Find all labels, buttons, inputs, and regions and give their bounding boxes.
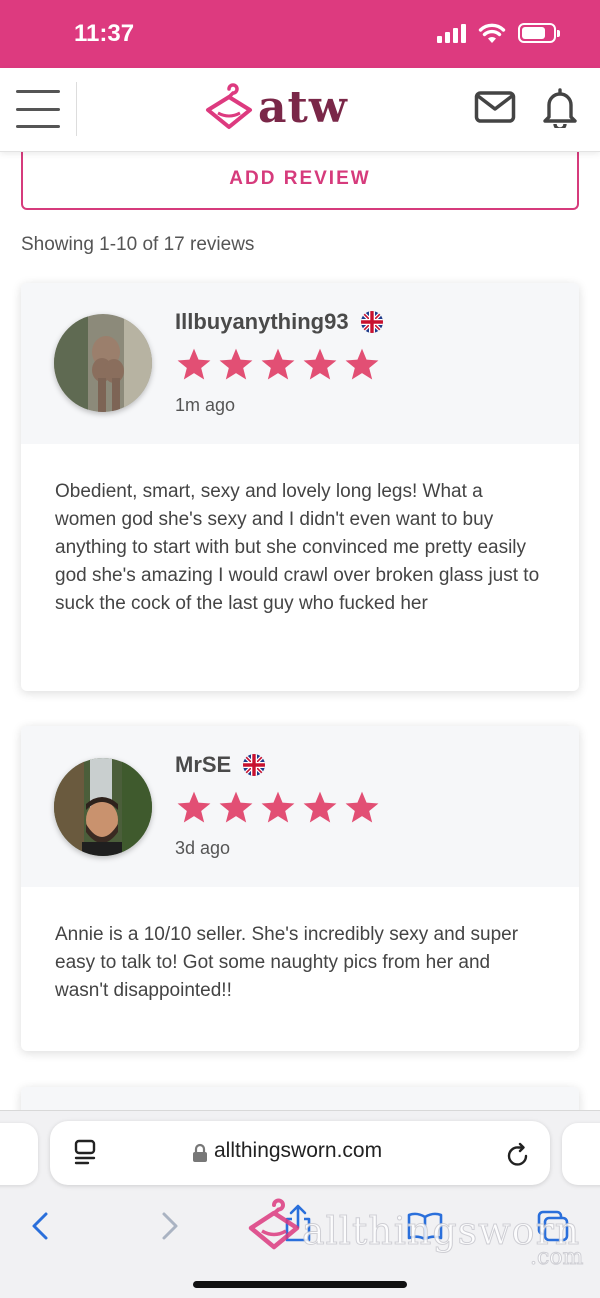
reviewer-avatar[interactable]: [54, 314, 152, 412]
back-icon[interactable]: [30, 1211, 50, 1241]
status-time: 11:37: [74, 20, 135, 47]
status-bar: 11:37: [0, 0, 600, 68]
review-card: Illbuyanything93 1m ago Obedient, smart,…: [21, 283, 579, 691]
add-review-button[interactable]: ADD REVIEW: [21, 152, 579, 210]
star-icon: [261, 348, 295, 380]
battery-icon: [518, 23, 560, 43]
star-icon: [177, 348, 211, 380]
watermark-suffix: .com: [529, 1245, 584, 1271]
allthingsworn-watermark: allthingsworn .com: [246, 1197, 584, 1271]
site-logo[interactable]: atw: [204, 82, 348, 133]
hanger-watermark-icon: [248, 1198, 300, 1250]
review-header: Illbuyanything93 1m ago: [21, 283, 579, 444]
header-divider: [76, 82, 77, 136]
reviewer-name[interactable]: MrSE: [175, 752, 231, 778]
forward-icon[interactable]: [160, 1211, 180, 1241]
review-time: 1m ago: [175, 395, 236, 415]
review-header: [21, 1087, 579, 1110]
star-icon: [177, 791, 211, 823]
browser-toolbar: allthingsworn.com allthingsworn .com: [0, 1110, 600, 1298]
review-time: 3d ago: [175, 838, 231, 858]
star-icon: [303, 791, 337, 823]
battery-level: [522, 27, 546, 39]
star-icon: [345, 791, 379, 823]
reviewer-info: MrSE: [175, 752, 266, 778]
address-bar[interactable]: allthingsworn.com: [50, 1121, 550, 1185]
reviews-section: ADD REVIEW Showing 1-10 of 17 reviews Il…: [0, 152, 600, 1110]
cellular-signal-icon: [437, 23, 466, 43]
status-icons: [437, 22, 560, 44]
review-card: MrSE 3d ago Annie is a 10/10 seller. She…: [21, 726, 579, 1051]
wifi-icon: [478, 23, 506, 43]
mail-icon[interactable]: [474, 90, 516, 124]
hamburger-menu-icon[interactable]: [16, 90, 60, 128]
reviewer-name[interactable]: Illbuyanything93: [175, 309, 349, 335]
star-icon: [345, 348, 379, 380]
reader-mode-icon[interactable]: [74, 1139, 96, 1167]
reviewer-avatar[interactable]: [54, 758, 152, 856]
uk-flag-icon: [243, 754, 266, 776]
lock-icon: [193, 1143, 207, 1162]
uk-flag-icon: [360, 311, 383, 333]
reload-icon[interactable]: [506, 1141, 530, 1167]
avatar-photo: [54, 314, 152, 412]
star-icon: [219, 791, 253, 823]
star-rating: [175, 347, 381, 383]
star-icon: [219, 348, 253, 380]
logo-text: atw: [258, 82, 348, 133]
previous-tab-preview[interactable]: [0, 1123, 38, 1185]
bell-icon[interactable]: [542, 86, 578, 128]
home-indicator[interactable]: [193, 1281, 407, 1288]
site-header: atw: [0, 68, 600, 152]
review-card: [21, 1087, 579, 1110]
review-header: MrSE 3d ago: [21, 726, 579, 887]
avatar-photo: [54, 758, 152, 856]
star-rating: [175, 790, 381, 826]
next-tab-preview[interactable]: [562, 1123, 600, 1185]
reviewer-info: Illbuyanything93: [175, 309, 383, 335]
star-icon: [261, 791, 295, 823]
hanger-logo-icon: [206, 82, 252, 129]
url-text: allthingsworn.com: [214, 1139, 383, 1162]
review-text: Annie is a 10/10 seller. She's incredibl…: [55, 924, 519, 1001]
star-icon: [303, 348, 337, 380]
reviews-count: Showing 1-10 of 17 reviews: [21, 234, 255, 255]
review-text: Obedient, smart, sexy and lovely long le…: [55, 481, 540, 614]
